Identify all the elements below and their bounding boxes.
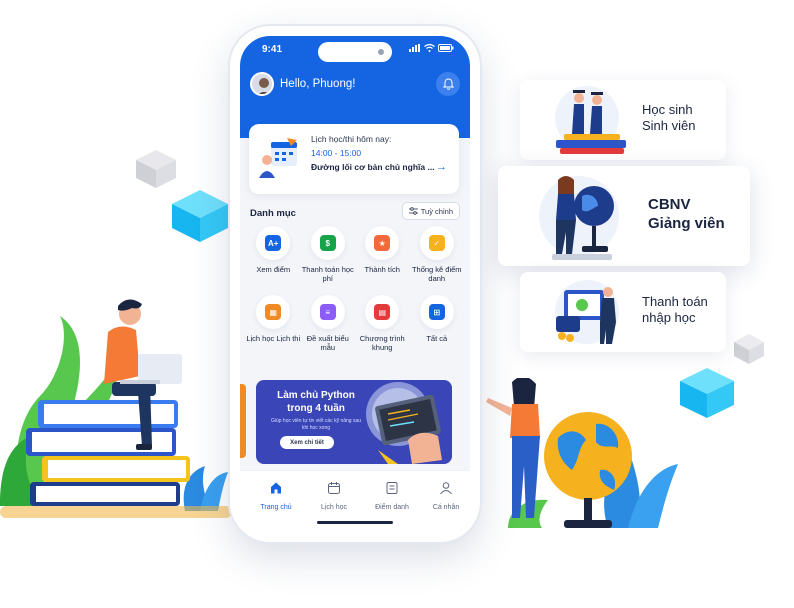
tab-2[interactable]: Điểm danh — [364, 481, 420, 511]
tuition-icon: $ — [319, 235, 336, 251]
banner-laptop-image — [366, 382, 442, 464]
previous-banner-peek[interactable] — [240, 384, 246, 458]
signal-icon — [409, 44, 420, 52]
battery-icon — [438, 44, 454, 52]
form-icon: ≡ — [319, 304, 336, 320]
category-tile-5[interactable]: ≡ Đề xuất biểu mẫu — [301, 295, 356, 356]
category-icon-circle: $ — [310, 226, 345, 260]
tab-label: Điểm danh — [375, 504, 409, 511]
banner-subtitle: Giúp học viên tự tin viết các kỹ năng sa… — [270, 418, 362, 431]
home-icon — [269, 481, 283, 500]
phone-mockup: 9:41 Hello, Phuong! Lịch học/thi hôm nay… — [230, 26, 480, 542]
category-tile-1[interactable]: $ Thanh toán học phí — [301, 226, 356, 287]
tab-label: Lịch học — [320, 504, 348, 511]
calendar-icon — [327, 481, 341, 500]
category-icon-circle: ≡ — [310, 295, 345, 329]
schedule-illustration-icon — [259, 138, 297, 178]
books-person-illustration — [0, 299, 232, 518]
role-students-text: Học sinh Sinh viên — [642, 102, 696, 134]
category-label: Thống kê điểm danh — [411, 265, 462, 283]
grey-cube-decoration — [136, 150, 176, 188]
category-icon-circle: ⊞ — [419, 295, 454, 329]
category-tile-4[interactable]: ▦ Lịch học Lịch thi — [246, 295, 301, 356]
category-tile-3[interactable]: ✓ Thống kê điểm danh — [410, 226, 465, 287]
status-icons — [409, 44, 454, 52]
category-label: Xem điểm — [256, 265, 291, 274]
grade-icon: A+ — [265, 235, 282, 251]
user-icon — [439, 481, 453, 500]
attendance-icon: ✓ — [428, 235, 445, 251]
category-tile-0[interactable]: A+ Xem điểm — [246, 226, 301, 287]
greeting-text: Hello, Phuong! — [280, 78, 356, 90]
category-label: Lịch học Lịch thi — [246, 334, 301, 343]
schedule-label: Lịch học/thi hôm nay: — [311, 134, 392, 144]
bottom-tab-bar: Trang chủ Lịch học Điểm danh Cá nhân — [240, 470, 470, 532]
tab-1[interactable]: Lịch học — [306, 481, 362, 511]
category-label: Chương trình khung — [359, 334, 405, 352]
home-indicator — [317, 521, 393, 524]
banner-details-button[interactable]: Xem chi tiết — [280, 436, 334, 449]
schedule-time: 14:00 - 15:00 — [311, 148, 362, 158]
app-screen: 9:41 Hello, Phuong! Lịch học/thi hôm nay… — [240, 36, 470, 532]
bell-icon — [442, 78, 454, 90]
schedule-arrow-icon[interactable]: → — [436, 161, 447, 173]
role-card-admission-payment[interactable]: Thanh toán nhập học — [520, 272, 726, 352]
schedule-subject: Đường lối cơ bản chủ nghĩa ... — [311, 162, 435, 172]
blue-cube-decoration — [172, 190, 228, 242]
category-icon-circle: ✓ — [419, 226, 454, 260]
status-time: 9:41 — [262, 44, 283, 55]
promo-banner[interactable]: Làm chủ Python trong 4 tuần Giúp học viê… — [256, 380, 452, 464]
category-label: Tất cả — [426, 334, 448, 343]
teacher-globe-illustration-icon — [539, 176, 619, 260]
banner-title: Làm chủ Python trong 4 tuần — [277, 390, 355, 414]
calendar-icon: ▦ — [265, 304, 282, 320]
camera-notch — [318, 42, 392, 62]
sliders-icon — [408, 207, 418, 215]
graduates-illustration-icon — [555, 86, 626, 154]
category-icon-circle: A+ — [256, 226, 291, 260]
checklist-icon — [385, 481, 399, 500]
category-label: Đề xuất biểu mẫu — [306, 334, 349, 352]
achievement-icon: ★ — [374, 235, 391, 251]
tab-label: Trang chủ — [260, 504, 292, 511]
categories-title: Danh mục — [250, 208, 296, 219]
blue-cube-right-decoration — [680, 368, 734, 418]
tab-3[interactable]: Cá nhân — [418, 481, 470, 511]
notification-button[interactable] — [436, 72, 460, 96]
category-tile-6[interactable]: ▤ Chương trình khung — [355, 295, 410, 356]
category-label: Thành tích — [364, 265, 400, 274]
tab-label: Cá nhân — [432, 504, 460, 511]
wifi-icon — [424, 44, 435, 52]
category-icon-circle: ▤ — [365, 295, 400, 329]
category-tile-7[interactable]: ⊞ Tất cả — [410, 295, 465, 356]
customize-label: Tuỳ chỉnh — [420, 206, 453, 216]
role-staff-text: CBNV Giảng viên — [648, 196, 725, 232]
grey-cube-right-decoration — [734, 334, 764, 364]
category-tile-2[interactable]: ★ Thành tích — [355, 226, 410, 287]
category-grid: A+ Xem điểm $ Thanh toán học phí ★ Thành tích… — [246, 226, 464, 356]
globe-woman-illustration — [486, 378, 678, 528]
category-label: Thanh toán học phí — [301, 265, 354, 283]
role-payment-text: Thanh toán nhập học — [642, 294, 708, 326]
payment-illustration-icon — [555, 280, 619, 344]
book-icon: ▤ — [374, 304, 391, 320]
category-icon-circle: ★ — [365, 226, 400, 260]
avatar[interactable] — [250, 72, 274, 96]
role-card-staff[interactable]: CBNV Giảng viên — [498, 166, 750, 266]
today-schedule-card[interactable]: Lịch học/thi hôm nay: 14:00 - 15:00 Đườn… — [249, 124, 459, 194]
role-card-students[interactable]: Học sinh Sinh viên — [520, 80, 726, 160]
category-icon-circle: ▦ — [256, 295, 291, 329]
customize-button[interactable]: Tuỳ chỉnh — [401, 202, 460, 220]
tab-0[interactable]: Trang chủ — [248, 481, 304, 511]
all-apps-icon: ⊞ — [428, 304, 445, 320]
